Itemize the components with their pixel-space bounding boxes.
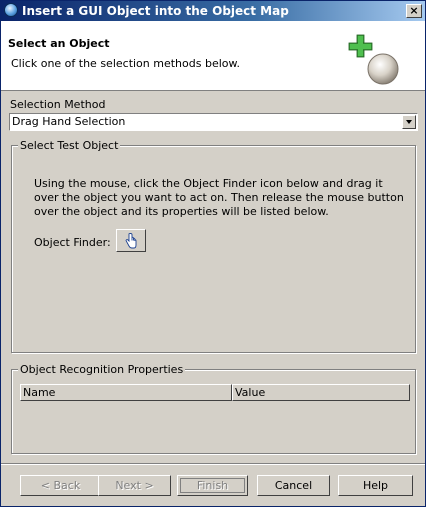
selection-method-value: Drag Hand Selection <box>12 115 126 128</box>
next-button[interactable]: Next > <box>98 475 171 496</box>
selection-method-dropdown[interactable]: Drag Hand Selection <box>9 113 418 131</box>
page-description: Click one of the selection methods below… <box>11 57 240 70</box>
object-recognition-group: Object Recognition Properties Name Value <box>11 363 416 454</box>
object-finder-label: Object Finder: <box>34 236 111 249</box>
wizard-header: Select an Object Click one of the select… <box>1 21 425 91</box>
select-test-object-group: Select Test Object Using the mouse, clic… <box>11 139 416 353</box>
page-title: Select an Object <box>8 37 110 50</box>
column-header-name[interactable]: Name <box>20 384 232 401</box>
properties-table[interactable]: Name Value <box>20 384 410 452</box>
divider <box>1 463 425 465</box>
dialog-window: Insert a GUI Object into the Object Map … <box>0 0 426 507</box>
title-bar[interactable]: Insert a GUI Object into the Object Map … <box>1 1 425 21</box>
selection-method-label: Selection Method <box>10 98 106 111</box>
object-finder-button[interactable] <box>116 229 146 252</box>
app-icon <box>4 3 18 17</box>
hand-pointer-icon <box>125 233 137 249</box>
instructions-text: Using the mouse, click the Object Finder… <box>34 177 404 218</box>
group-legend: Object Recognition Properties <box>18 363 186 376</box>
add-object-graphic-icon <box>348 34 399 85</box>
group-legend: Select Test Object <box>18 139 121 152</box>
help-button[interactable]: Help <box>338 475 413 496</box>
close-button[interactable]: × <box>406 4 422 18</box>
back-button[interactable]: < Back <box>20 475 101 496</box>
finish-button[interactable]: Finish <box>177 475 248 496</box>
window-title: Insert a GUI Object into the Object Map <box>22 4 289 18</box>
column-header-value[interactable]: Value <box>232 384 410 401</box>
cancel-button[interactable]: Cancel <box>257 475 330 496</box>
focus-rectangle <box>180 478 245 493</box>
chevron-down-icon[interactable] <box>402 115 416 129</box>
